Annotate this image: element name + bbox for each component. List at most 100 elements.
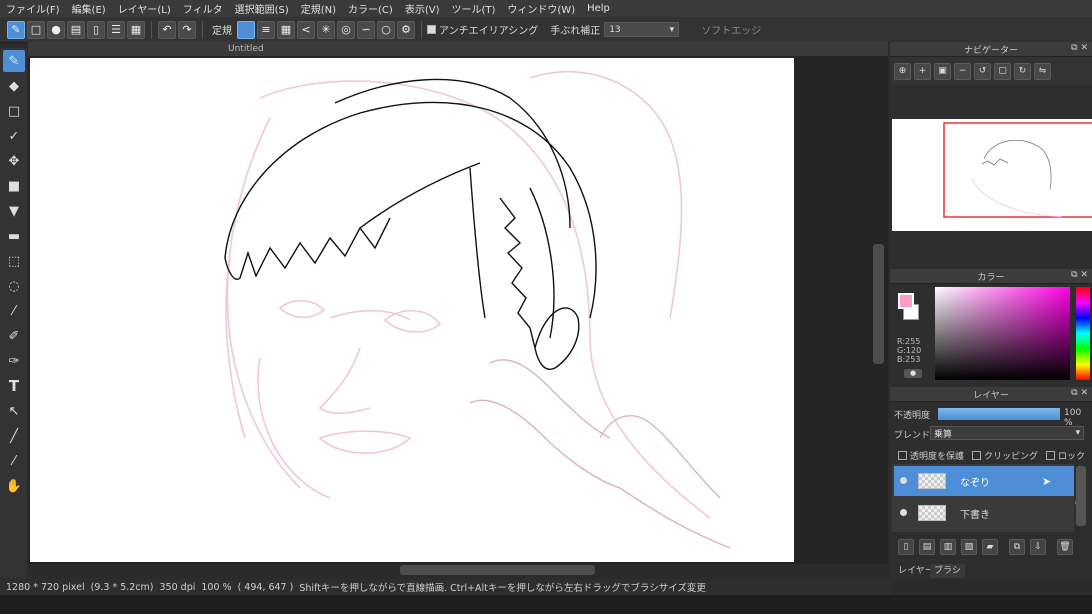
operation-tool-icon[interactable]: ↖	[3, 400, 25, 422]
speech-bubble-icon[interactable]: ●	[47, 20, 65, 39]
palette-icon[interactable]: ●	[904, 369, 922, 378]
fill-rect-tool-icon[interactable]: ■	[3, 175, 25, 197]
color-header: カラー ⧉ ✕	[890, 269, 1092, 284]
new-8bit-layer-icon[interactable]: ▥	[940, 539, 956, 555]
folder-icon[interactable]: ▰	[982, 539, 998, 555]
clipping-checkbox[interactable]	[972, 451, 982, 460]
blend-label: ブレンド	[894, 431, 931, 441]
document-icon[interactable]: ▯	[87, 20, 105, 39]
menu-edit[interactable]: 編集(E)	[66, 1, 112, 16]
layer-thumbnail	[918, 473, 946, 489]
drawing-artwork	[224, 70, 731, 549]
foreground-color-swatch[interactable]	[898, 293, 914, 309]
merge-layer-icon[interactable]: ⇩	[1030, 539, 1046, 555]
status-hint: Shiftキーを押しながらで直線描画. Ctrl+Altキーを押しながら左右ドラ…	[299, 583, 706, 594]
new-file-icon[interactable]: □	[27, 20, 45, 39]
stabilizer-select[interactable]: 13 ▾	[604, 22, 680, 37]
check-tool-icon[interactable]: ✓	[3, 125, 25, 147]
menu-ruler[interactable]: 定規(N)	[295, 1, 342, 16]
cursor-arrow-icon: ➤	[1042, 474, 1052, 488]
undo-icon[interactable]: ↶	[158, 20, 176, 39]
text-tool-icon[interactable]: T	[3, 375, 25, 397]
eraser-tool-icon[interactable]: ◆	[3, 75, 25, 97]
menu-selection[interactable]: 選択範囲(S)	[229, 1, 295, 16]
menu-view[interactable]: 表示(V)	[399, 1, 446, 16]
hand-tool-icon[interactable]: ✋	[3, 475, 25, 497]
ruler-parallel-icon[interactable]: ≡	[257, 20, 275, 39]
blend-select[interactable]: 乗算 ▾	[930, 426, 1084, 440]
navigator-preview[interactable]	[892, 119, 1092, 231]
gradient-tool-icon[interactable]: ▬	[3, 225, 25, 247]
rotate-right-icon[interactable]: ↻	[1014, 62, 1031, 80]
tab-brush[interactable]: ブラシ	[930, 564, 965, 578]
menu-file[interactable]: ファイル(F)	[0, 1, 66, 16]
comment-icon[interactable]: ▤	[67, 20, 85, 39]
ruler-ellipse-icon[interactable]: ○	[377, 20, 395, 39]
ruler-radial-icon[interactable]: ✳	[317, 20, 335, 39]
close-icon[interactable]: ⧉ ✕	[1071, 388, 1088, 398]
redo-icon[interactable]: ↷	[178, 20, 196, 39]
duplicate-layer-icon[interactable]: ⧉	[1009, 539, 1025, 555]
ruler-none-icon[interactable]	[237, 20, 255, 39]
ruler-grid-icon[interactable]: ▦	[277, 20, 295, 39]
new-layer-icon[interactable]: ▯	[898, 539, 914, 555]
ruler-perspective-icon[interactable]: <	[297, 20, 315, 39]
grid-icon[interactable]: ▦	[127, 20, 145, 39]
bucket-tool-icon[interactable]: ▼	[3, 200, 25, 222]
layer-scrollbar[interactable]	[1076, 466, 1086, 526]
list-icon[interactable]: ☰	[107, 20, 125, 39]
new-halftone-layer-icon[interactable]: ▤	[919, 539, 935, 555]
fit-icon[interactable]: ▣	[934, 62, 951, 80]
menu-color[interactable]: カラー(C)	[342, 1, 399, 16]
menu-layer[interactable]: レイヤー(L)	[112, 1, 177, 16]
rectangle-tool-icon[interactable]: □	[3, 100, 25, 122]
drawing-canvas[interactable]	[30, 58, 794, 562]
soft-edge-label[interactable]: ソフトエッジ	[701, 22, 761, 37]
horizontal-scrollbar[interactable]	[400, 565, 595, 575]
trash-icon[interactable]: 🗑	[1057, 539, 1073, 555]
menu-window[interactable]: ウィンドウ(W)	[501, 1, 581, 16]
app-icon[interactable]: ✎	[7, 20, 25, 39]
lock-checkbox[interactable]	[1046, 451, 1056, 460]
document-tab[interactable]: Untitled	[28, 42, 888, 56]
navigator-toolbar: ⊕ + ▣ − ↺ ▢ ↻ ⇋	[890, 57, 1092, 85]
color-hue-slider[interactable]	[1076, 287, 1090, 380]
new-1bit-layer-icon[interactable]: ▧	[961, 539, 977, 555]
menu-filter[interactable]: フィルタ	[177, 1, 229, 16]
divide-tool-icon[interactable]: ╱	[3, 425, 25, 447]
ruler-curve-icon[interactable]: ∽	[357, 20, 375, 39]
color-saturation-value-picker[interactable]	[935, 287, 1070, 380]
ruler-concentric-icon[interactable]: ◎	[337, 20, 355, 39]
stabilizer-label: 手ぶれ補正	[550, 26, 601, 37]
menu-help[interactable]: Help	[581, 3, 616, 14]
zoom-out-icon[interactable]: −	[954, 62, 971, 80]
select-eraser-tool-icon[interactable]: ✑	[3, 350, 25, 372]
ruler-settings-icon[interactable]: ⚙	[397, 20, 415, 39]
protect-alpha-checkbox[interactable]	[898, 451, 907, 460]
visibility-icon[interactable]	[900, 477, 907, 484]
layer-item[interactable]: 下書き ×	[894, 498, 1082, 528]
move-tool-icon[interactable]: ✥	[3, 150, 25, 172]
close-icon[interactable]: ⧉ ✕	[1071, 270, 1088, 280]
menu-tool[interactable]: ツール(T)	[445, 1, 501, 16]
layer-item[interactable]: なぞり ➤	[894, 466, 1074, 496]
opacity-label: 不透明度	[894, 411, 931, 421]
flip-icon[interactable]: ⇋	[1034, 62, 1051, 80]
rotate-left-icon[interactable]: ↺	[974, 62, 991, 80]
antialias-checkbox[interactable]	[427, 25, 436, 34]
vertical-scrollbar[interactable]	[873, 244, 884, 364]
layer-name: なぞり	[960, 477, 990, 489]
select-rect-tool-icon[interactable]: ⬚	[3, 250, 25, 272]
color-g: G:120	[897, 346, 922, 355]
select-pen-tool-icon[interactable]: ✐	[3, 325, 25, 347]
lasso-tool-icon[interactable]: ◌	[3, 275, 25, 297]
pen-tool-icon[interactable]: ✎	[3, 50, 25, 72]
close-icon[interactable]: ⧉ ✕	[1071, 43, 1088, 53]
zoom-in-icon[interactable]: +	[914, 62, 931, 80]
reset-view-icon[interactable]: ▢	[994, 62, 1011, 80]
zoom-icon[interactable]: ⊕	[894, 62, 911, 80]
opacity-slider[interactable]	[938, 408, 1060, 420]
magic-wand-tool-icon[interactable]: ⁄	[3, 300, 25, 322]
eyedropper-tool-icon[interactable]: ⁄	[3, 450, 25, 472]
visibility-icon[interactable]	[900, 509, 907, 516]
